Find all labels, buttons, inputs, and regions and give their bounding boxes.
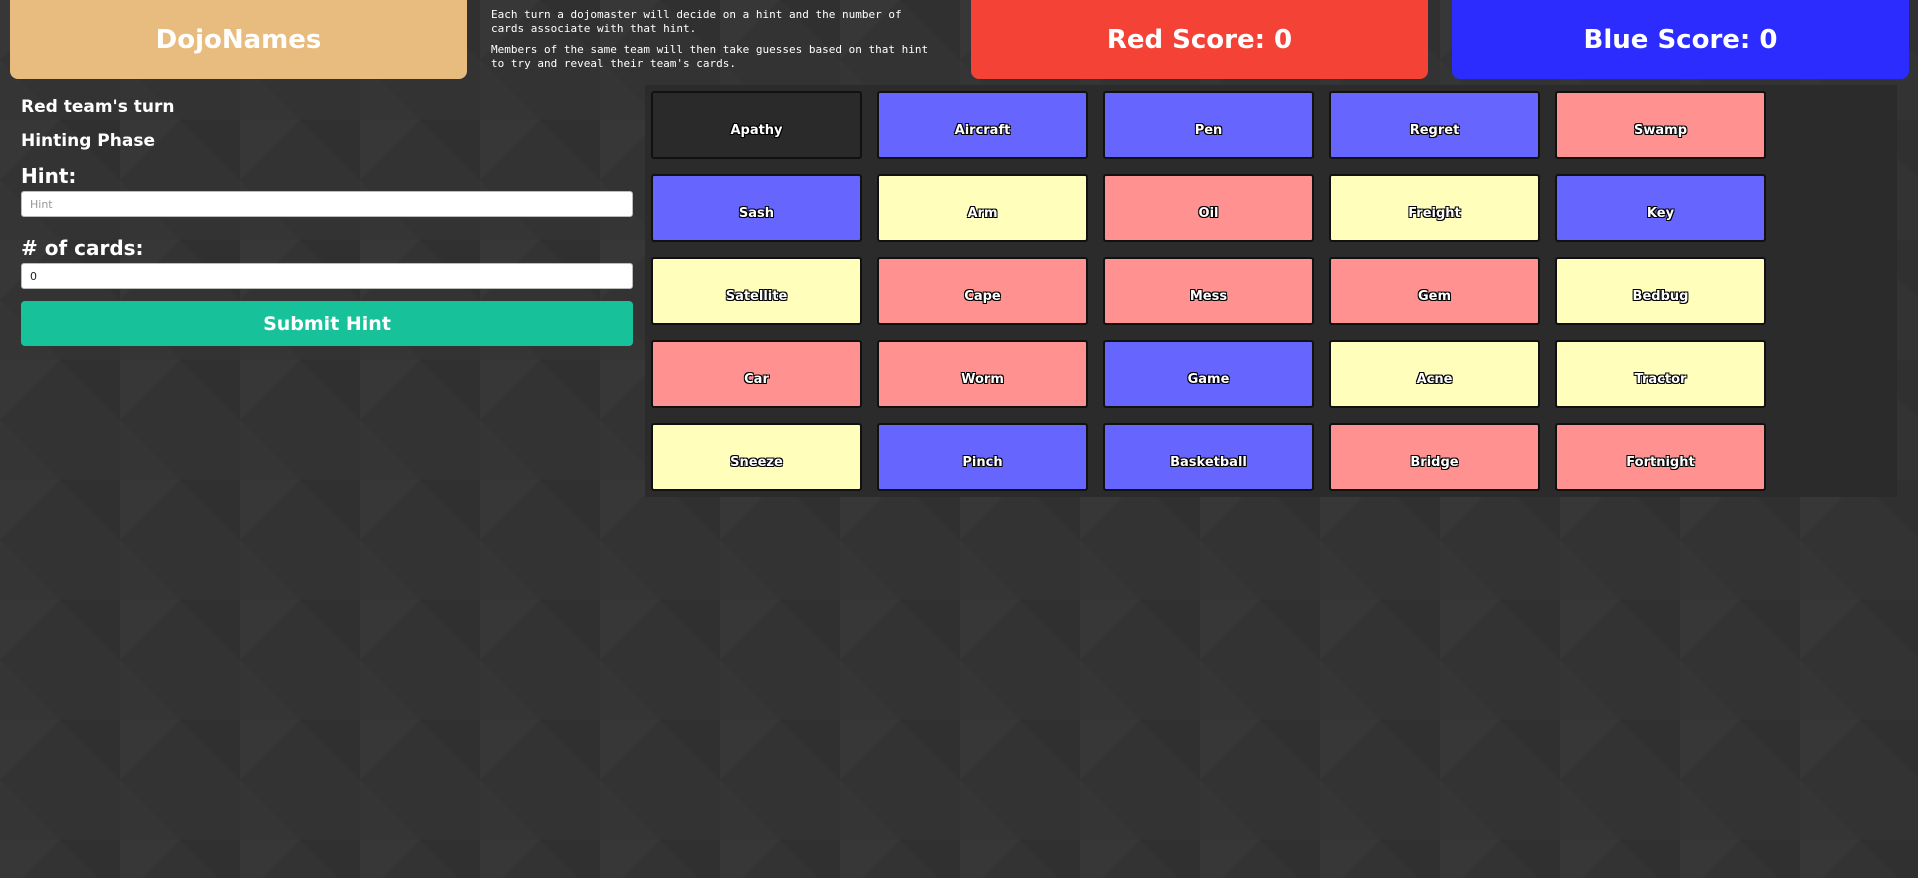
card-board: Apathy Aircraft Pen Regret Swamp Sash Arm Oil Fr… [645,85,1897,497]
word-card-neutral[interactable]: Freight [1329,174,1540,242]
word-card-neutral[interactable]: Acne [1329,340,1540,408]
word-card-blue[interactable]: Aircraft [877,91,1088,159]
hint-label: Hint: [21,164,77,188]
phase-indicator: Hinting Phase [21,131,155,151]
hint-input[interactable] [21,191,633,217]
cards-count-input[interactable] [21,263,633,289]
word-card-red[interactable]: Cape [877,257,1088,325]
brand-logo: DojoNames [10,0,467,79]
blue-score: Blue Score: 0 [1452,0,1909,79]
word-card-red[interactable]: Fortnight [1555,423,1766,491]
word-card-red[interactable]: Car [651,340,862,408]
cards-count-label: # of cards: [21,236,144,260]
word-card-blue[interactable]: Pen [1103,91,1314,159]
word-card-blue[interactable]: Basketball [1103,423,1314,491]
turn-indicator: Red team's turn [21,97,175,117]
word-card-blue[interactable]: Regret [1329,91,1540,159]
red-score: Red Score: 0 [971,0,1428,79]
word-card-blue[interactable]: Pinch [877,423,1088,491]
word-card-red[interactable]: Gem [1329,257,1540,325]
word-card-blue[interactable]: Key [1555,174,1766,242]
word-card-neutral[interactable]: Arm [877,174,1088,242]
word-card-blue[interactable]: Sash [651,174,862,242]
word-card-neutral[interactable]: Tractor [1555,340,1766,408]
instruction-line: Members of the same team will then take … [491,43,929,70]
word-card-red[interactable]: Bridge [1329,423,1540,491]
word-card-neutral[interactable]: Satellite [651,257,862,325]
word-card-red[interactable]: Swamp [1555,91,1766,159]
instruction-line: Each turn a dojomaster will decide on a … [491,8,902,35]
game-page: DojoNames Each turn a dojomaster will de… [0,0,1918,878]
word-card-red[interactable]: Oil [1103,174,1314,242]
word-card-neutral[interactable]: Bedbug [1555,257,1766,325]
submit-hint-button[interactable]: Submit Hint [21,301,633,346]
word-card-red[interactable]: Worm [877,340,1088,408]
hint-panel: Red team's turn Hinting Phase Hint: # of… [21,95,633,346]
card-grid: Apathy Aircraft Pen Regret Swamp Sash Arm Oil Fr… [651,91,1766,491]
word-card-assassin[interactable]: Apathy [651,91,862,159]
word-card-blue[interactable]: Game [1103,340,1314,408]
word-card-red[interactable]: Mess [1103,257,1314,325]
word-card-neutral[interactable]: Sneeze [651,423,862,491]
instructions: Each turn a dojomaster will decide on a … [491,8,941,78]
